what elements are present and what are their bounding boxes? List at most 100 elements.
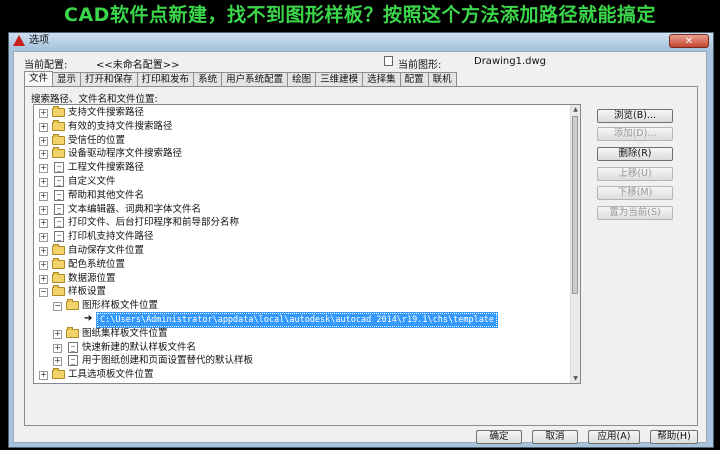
expand-icon[interactable]: + — [39, 136, 48, 146]
tree-node-label: 自动保存文件位置 — [68, 244, 145, 256]
tree-node-label: 用于图纸创建和页面设置替代的默认样板 — [82, 355, 254, 367]
expand-icon[interactable]: + — [39, 150, 48, 160]
expand-icon[interactable]: + — [39, 122, 48, 132]
tree-node-template-settings[interactable]: − 样板设置 — [34, 285, 572, 299]
tree-node-sheet-creation-default-template[interactable]: + 用于图纸创建和页面设置替代的默认样板 — [34, 354, 572, 368]
scroll-down-arrow-icon[interactable]: ▼ — [571, 374, 580, 383]
dialog-title: 选项 — [29, 35, 49, 46]
expand-icon[interactable]: + — [39, 177, 48, 187]
remove-button[interactable]: 删除(R) — [597, 147, 673, 161]
folder-icon — [52, 257, 65, 269]
expand-icon[interactable]: + — [39, 205, 48, 215]
tree-node-print-file-names[interactable]: + 打印文件、后台打印程序和前导部分名称 — [34, 216, 572, 230]
document-icon — [54, 162, 64, 174]
video-banner-caption: CAD软件点新建，找不到图形样板？按照这个方法添加路径就能搞定 — [64, 4, 656, 26]
expand-icon[interactable]: + — [39, 191, 48, 201]
tree-node-label: 有效的支持文件搜索路径 — [68, 120, 173, 132]
tree-node-label: 支持文件搜索路径 — [68, 107, 145, 118]
scrollbar-thumb[interactable] — [572, 116, 578, 294]
tab-selection[interactable]: 选择集 — [362, 72, 401, 86]
tab-system[interactable]: 系统 — [193, 72, 223, 86]
tab-open-save[interactable]: 打开和保存 — [80, 72, 138, 86]
tree-node-trusted-locations[interactable]: + 受信任的位置 — [34, 133, 572, 148]
options-tab-strip: 文件 显示 打开和保存 打印和发布 系统 用户系统配置 绘图 三维建模 选择集 … — [24, 71, 457, 87]
browse-button[interactable]: 浏览(B)... — [597, 109, 673, 123]
autocad-app-icon — [13, 35, 25, 46]
tree-node-sheet-set-template-location[interactable]: + 图纸集样板文件位置 — [34, 326, 572, 341]
expand-icon[interactable]: + — [53, 343, 62, 353]
tree-node-printer-support-paths[interactable]: + 打印机支持文件路径 — [34, 230, 572, 244]
document-icon — [54, 189, 64, 201]
arrow-pointer-icon: ➔ — [84, 312, 93, 324]
tree-node-help-file-names[interactable]: + 帮助和其他文件名 — [34, 189, 572, 203]
tree-node-working-support-paths[interactable]: + 有效的支持文件搜索路径 — [34, 119, 572, 134]
tree-node-autosave-location[interactable]: + 自动保存文件位置 — [34, 243, 572, 258]
tree-node-label: 图形样板文件位置 — [82, 300, 159, 312]
tab-plot-publish[interactable]: 打印和发布 — [136, 72, 195, 86]
help-button[interactable]: 帮助(H) — [650, 430, 698, 444]
tree-node-label: 打印文件、后台打印程序和前导部分名称 — [68, 217, 240, 229]
expand-icon[interactable]: + — [53, 357, 62, 367]
tab-files[interactable]: 文件 — [24, 71, 54, 86]
tab-drafting[interactable]: 绘图 — [287, 72, 317, 86]
expand-icon[interactable]: + — [39, 164, 48, 174]
tab-3d-modeling[interactable]: 三维建模 — [315, 72, 364, 86]
tree-node-template-path[interactable]: ➔ C:\Users\Administrator\appdata\local\au… — [34, 311, 572, 328]
tree-node-device-driver-paths[interactable]: + 设备驱动程序文件搜索路径 — [34, 147, 572, 161]
expand-icon[interactable]: + — [39, 233, 48, 243]
tree-node-label: 数据源位置 — [68, 272, 116, 284]
folder-icon — [52, 147, 65, 159]
collapse-icon[interactable]: − — [39, 288, 48, 298]
tab-online[interactable]: 联机 — [427, 72, 457, 86]
expand-icon[interactable]: + — [39, 260, 48, 270]
dialog-titlebar[interactable]: 选项 ✕ — [9, 33, 713, 49]
cancel-button[interactable]: 取消 — [532, 430, 578, 444]
set-current-button[interactable]: 置为当前(S) — [597, 206, 673, 220]
tree-node-project-paths[interactable]: + 工程文件搜索路径 — [34, 161, 572, 175]
expand-icon[interactable]: + — [39, 274, 48, 284]
tree-node-support-paths[interactable]: + 支持文件搜索路径 — [34, 106, 572, 120]
template-path-entry[interactable]: C:\Users\Administrator\appdata\local\aut… — [95, 311, 499, 328]
document-icon — [54, 217, 64, 229]
tree-node-label: 配色系统位置 — [68, 258, 126, 270]
tree-node-label: 自定义文件 — [68, 175, 116, 187]
tree-node-text-editor-files[interactable]: + 文本编辑器、词典和字体文件名 — [34, 203, 572, 217]
folder-icon — [66, 299, 79, 311]
tree-node-label: 图纸集样板文件位置 — [82, 327, 168, 339]
tree-node-label: 受信任的位置 — [68, 134, 126, 146]
tab-user-preferences[interactable]: 用户系统配置 — [221, 72, 289, 86]
expand-icon[interactable]: + — [39, 109, 48, 118]
folder-icon — [52, 119, 65, 131]
current-profile-label: 当前配置: — [24, 60, 68, 71]
tree-node-label: 设备驱动程序文件搜索路径 — [68, 148, 183, 160]
expand-icon[interactable]: + — [39, 371, 48, 381]
tab-display[interactable]: 显示 — [52, 72, 82, 86]
close-button[interactable]: ✕ — [669, 34, 709, 48]
tree-scrollbar[interactable]: ▲ ▼ — [570, 105, 580, 383]
folder-icon — [52, 285, 65, 297]
tree-node-label: 快速新建的默认样板文件名 — [82, 341, 197, 353]
drawing-file-icon — [384, 56, 393, 66]
current-drawing-label: 当前图形: — [398, 60, 442, 71]
document-icon — [54, 203, 64, 215]
tree-node-data-sources-location[interactable]: + 数据源位置 — [34, 271, 572, 286]
tree-node-qnew-default-template[interactable]: + 快速新建的默认样板文件名 — [34, 341, 572, 355]
tree-node-tool-palettes-location[interactable]: + 工具选项板文件位置 — [34, 368, 572, 382]
scroll-up-arrow-icon[interactable]: ▲ — [571, 105, 580, 114]
expand-icon[interactable]: + — [39, 219, 48, 229]
expand-icon[interactable]: + — [53, 329, 62, 339]
add-button[interactable]: 添加(D)... — [597, 127, 673, 141]
tree-node-customization-files[interactable]: + 自定义文件 — [34, 175, 572, 189]
tree-node-color-book-locations[interactable]: + 配色系统位置 — [34, 257, 572, 272]
collapse-icon[interactable]: − — [53, 302, 62, 312]
ok-button[interactable]: 确定 — [476, 430, 522, 444]
tab-profiles[interactable]: 配置 — [399, 72, 429, 86]
expand-icon[interactable]: + — [39, 246, 48, 256]
move-down-button[interactable]: 下移(M) — [597, 186, 673, 200]
tree-node-drawing-template-location[interactable]: − 图形样板文件位置 — [34, 299, 572, 313]
move-up-button[interactable]: 上移(U) — [597, 167, 673, 181]
search-paths-tree[interactable]: + 支持文件搜索路径 + 有效的支持文件搜索路径 + 受信任的位置 + 设备驱动程序文件… — [33, 104, 581, 384]
options-dialog: 选项 ✕ 当前配置: <<未命名配置>> 当前图形: Drawing1.dwg … — [8, 32, 714, 448]
folder-icon — [66, 326, 79, 338]
apply-button[interactable]: 应用(A) — [588, 430, 640, 444]
